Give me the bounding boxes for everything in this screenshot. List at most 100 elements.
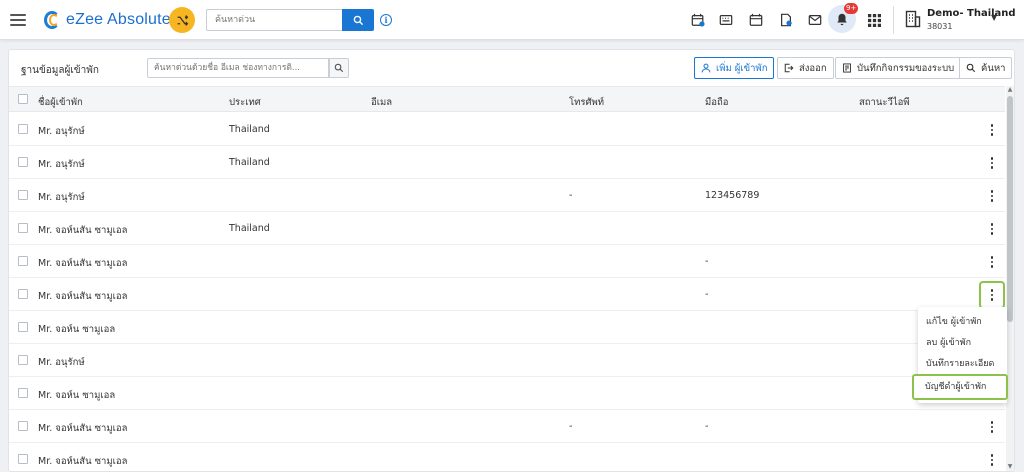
building-icon — [905, 10, 921, 28]
kebab-menu-icon[interactable] — [982, 154, 1002, 172]
mobile-cell: 123456789 — [705, 190, 760, 201]
row-checkbox[interactable] — [18, 223, 28, 233]
property-id: 38031 — [927, 22, 953, 31]
table-row[interactable]: Mr. อนุรักษ์ Thailand — [9, 146, 1005, 179]
app-logo[interactable]: eZee Absolute — [44, 9, 171, 31]
logo-mark-icon — [44, 9, 62, 31]
document-icon[interactable] — [776, 10, 796, 30]
country-cell: Thailand — [229, 223, 270, 234]
guest-name-cell: Mr. จอห์นสัน ซามูเอล — [38, 456, 128, 467]
row-checkbox[interactable] — [18, 157, 28, 167]
search-icon — [334, 63, 344, 73]
row-checkbox[interactable] — [18, 289, 28, 299]
col-email[interactable]: อีเมล — [371, 95, 392, 110]
kebab-menu-icon[interactable] — [982, 121, 1002, 139]
country-cell: Thailand — [229, 124, 270, 135]
audit-log-button[interactable]: บันทึกกิจกรรมของระบบ — [835, 57, 962, 79]
menu-blacklist-guest[interactable]: บัญชีดำผู้เข้าพัก — [912, 374, 1008, 400]
select-all-checkbox[interactable] — [18, 94, 28, 104]
country-cell: Thailand — [229, 157, 270, 168]
row-checkbox[interactable] — [18, 388, 28, 398]
row-checkbox[interactable] — [18, 454, 28, 464]
shuffle-icon[interactable] — [169, 7, 195, 33]
search-icon — [353, 15, 363, 25]
row-action-menu: แก้ไข ผู้เข้าพัก ลบ ผู้เข้าพัก บันทึกราย… — [912, 307, 1008, 403]
kebab-menu-icon[interactable] — [982, 187, 1002, 205]
search-button[interactable] — [342, 9, 374, 31]
search-filter-label: ค้นหา — [981, 62, 1006, 74]
mail-icon[interactable] — [805, 10, 825, 30]
mobile-cell: - — [705, 289, 709, 300]
calendar-edit-icon[interactable] — [688, 10, 708, 30]
phone-cell: - — [569, 190, 573, 201]
guest-database-card: ฐานข้อมูลผู้เข้าพัก เพิ่ม ผู้เข้าพัก ส่ง… — [8, 49, 1015, 472]
col-guest-name[interactable]: ชื่อผู้เข้าพัก — [38, 95, 83, 110]
guest-name-cell: Mr. จอห์นสัน ซามูเอล — [38, 291, 128, 302]
table-header: ชื่อผู้เข้าพัก ประเทศ อีเมล โทรศัพท์ มือ… — [9, 86, 1005, 112]
table-row[interactable]: Mr. จอห์นสัน ซามูเอล - — [9, 278, 1005, 311]
row-checkbox[interactable] — [18, 355, 28, 365]
kebab-menu-icon[interactable] — [979, 281, 1005, 309]
guest-name-cell: Mr. อนุรักษ์ — [38, 126, 85, 137]
kebab-menu-icon[interactable] — [982, 253, 1002, 271]
guest-name-cell: Mr. จอห์นสัน ซามูเอล — [38, 258, 128, 269]
col-country[interactable]: ประเทศ — [229, 95, 261, 110]
kebab-menu-icon[interactable] — [982, 220, 1002, 238]
mobile-cell: - — [705, 256, 709, 267]
hamburger-icon[interactable] — [10, 11, 26, 29]
kebab-menu-icon[interactable] — [982, 451, 1002, 469]
scroll-down-icon[interactable]: ▼ — [1006, 463, 1014, 471]
guest-search-input[interactable] — [147, 58, 329, 78]
apps-grid-icon[interactable] — [864, 10, 884, 30]
table-row[interactable]: Mr. อนุรักษ์ - 123456789 — [9, 179, 1005, 212]
table-row[interactable]: Mr. จอห์นสัน ซามูเอล - — [9, 245, 1005, 278]
table-row[interactable]: Mr. อนุรักษ์ — [9, 344, 1005, 377]
calendar-icon[interactable] — [746, 10, 766, 30]
row-checkbox[interactable] — [18, 124, 28, 134]
guest-name-cell: Mr. จอห์นสัน ซามูเอล — [38, 225, 128, 236]
keyboard-icon[interactable] — [716, 10, 736, 30]
info-icon[interactable]: i — [380, 14, 392, 26]
page-title: ฐานข้อมูลผู้เข้าพัก — [21, 65, 99, 76]
scroll-up-icon[interactable]: ▲ — [1006, 86, 1014, 94]
col-phone[interactable]: โทรศัพท์ — [569, 95, 604, 110]
menu-edit-guest[interactable]: แก้ไข ผู้เข้าพัก — [918, 311, 1007, 333]
table-row[interactable]: Mr. จอห์นสัน ซามูเอล Thailand — [9, 212, 1005, 245]
property-selector[interactable]: Demo- Thailand 38031 ▼ — [903, 6, 1016, 34]
row-checkbox[interactable] — [18, 256, 28, 266]
search-filter-button[interactable]: ค้นหา — [959, 57, 1013, 79]
guest-name-cell: Mr. จอห์น ซามูเอล — [38, 390, 116, 401]
app-name: eZee Absolute — [66, 11, 171, 28]
export-button[interactable]: ส่งออก — [777, 57, 834, 79]
table-row[interactable]: Mr. จอห์นสัน ซามูเอล — [9, 443, 1005, 471]
phone-cell: - — [569, 421, 573, 432]
menu-guest-details[interactable]: บันทึกรายละเอียด — [918, 353, 1007, 375]
guest-name-cell: Mr. อนุรักษ์ — [38, 357, 85, 368]
row-checkbox[interactable] — [18, 421, 28, 431]
guest-name-cell: Mr. อนุรักษ์ — [38, 159, 85, 170]
top-bar: eZee Absolute i 9+ Demo- Thailand 38031 … — [0, 0, 1024, 40]
add-guest-button[interactable]: เพิ่ม ผู้เข้าพัก — [694, 57, 775, 79]
table-row[interactable]: Mr. อนุรักษ์ Thailand — [9, 113, 1005, 146]
export-icon — [784, 63, 794, 73]
row-checkbox[interactable] — [18, 190, 28, 200]
guest-search-button[interactable] — [329, 58, 349, 78]
mobile-cell: - — [705, 421, 709, 432]
guest-name-cell: Mr. จอห์น ซามูเอล — [38, 324, 116, 335]
row-checkbox[interactable] — [18, 322, 28, 332]
col-vip-status[interactable]: สถานะวีไอพี — [859, 95, 910, 110]
table-row[interactable]: Mr. จอห์น ซามูเอล — [9, 311, 1005, 344]
export-label: ส่งออก — [799, 62, 827, 74]
col-mobile[interactable]: มือถือ — [705, 95, 728, 110]
table-row[interactable]: Mr. จอห์นสัน ซามูเอล - - — [9, 410, 1005, 443]
scroll-thumb[interactable] — [1007, 96, 1013, 322]
quick-search-input[interactable] — [206, 9, 342, 31]
table-row[interactable]: Mr. จอห์น ซามูเอล — [9, 377, 1005, 410]
log-icon — [843, 63, 851, 73]
add-guest-label: เพิ่ม ผู้เข้าพัก — [716, 62, 768, 74]
kebab-menu-icon[interactable] — [982, 418, 1002, 436]
guest-name-cell: Mr. อนุรักษ์ — [38, 192, 85, 203]
menu-delete-guest[interactable]: ลบ ผู้เข้าพัก — [918, 332, 1007, 354]
vertical-scrollbar[interactable]: ▲ ▼ — [1006, 86, 1014, 471]
header-divider — [893, 6, 894, 34]
